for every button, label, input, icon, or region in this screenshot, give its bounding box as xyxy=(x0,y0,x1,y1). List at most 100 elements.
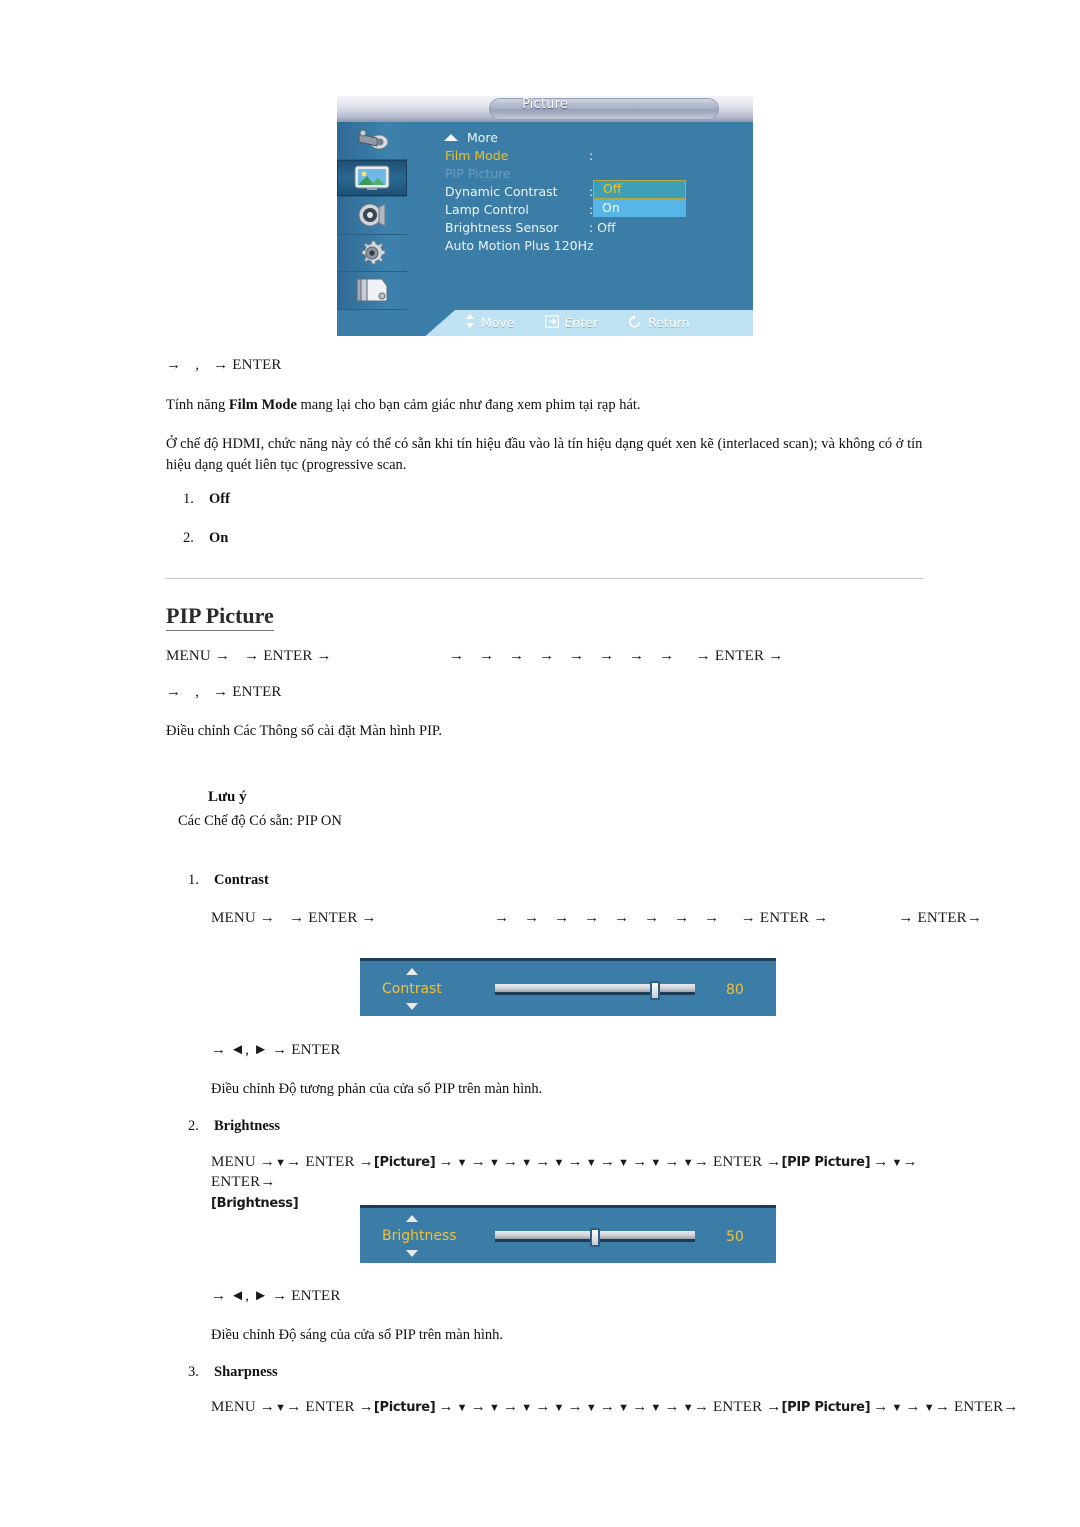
osd-sidebar-item-sound[interactable] xyxy=(337,197,407,235)
caret-up-icon xyxy=(444,134,458,141)
path-comma: , xyxy=(195,357,200,373)
return-arrow-icon xyxy=(628,314,642,331)
path-down-arrow: ▼ xyxy=(521,1157,533,1169)
contrast-slider-value: 80 xyxy=(726,982,744,998)
path-down-arrow: ▼ xyxy=(456,1402,468,1414)
sound-speaker-icon xyxy=(357,202,387,228)
list-label: On xyxy=(209,530,229,546)
list-number: 1. xyxy=(188,872,199,888)
osd-body: More Film Mode : PIP Picture Dynamic Con… xyxy=(337,122,753,310)
enter-key-icon xyxy=(544,314,559,331)
multi-control-document-icon xyxy=(356,277,388,303)
brightness-menu-path: MENU →▼→ ENTER →[Picture] → ▼ → ▼ → ▼ → ▼ → ▼ → ▼ → ▼ →… xyxy=(211,1152,921,1213)
osd-sidebar-item-picture[interactable] xyxy=(337,159,407,197)
contrast-description: Điều chỉnh Độ tương phản của cửa sổ PIP … xyxy=(211,1081,543,1097)
spinner-up-icon[interactable] xyxy=(406,968,418,975)
path-arrow: → xyxy=(569,648,585,664)
osd-menu-item-lamp-control[interactable]: Lamp Control : 100 xyxy=(437,202,747,220)
path-down-arrow: ▼ xyxy=(650,1157,662,1169)
brightness-slider-handle[interactable] xyxy=(590,1228,600,1247)
dropdown-option-off[interactable]: Off xyxy=(593,180,686,199)
path-menu: MENU → xyxy=(211,910,276,926)
osd-item-label: PIP Picture xyxy=(445,166,511,181)
note-title: Lưu ý xyxy=(208,789,247,805)
note-body: Các Chế độ Có sẵn: PIP ON xyxy=(178,813,342,829)
osd-footer-move[interactable]: Move xyxy=(465,314,515,331)
path-down-arrow: ▼ xyxy=(891,1157,903,1169)
path-arrow: → xyxy=(166,684,182,700)
path-down-arrow: ▼ xyxy=(456,1157,468,1169)
path-arrow: → xyxy=(599,1154,616,1170)
osd-menu-item-film-mode[interactable]: Film Mode : xyxy=(437,148,747,166)
path-arrow: → xyxy=(873,1154,889,1170)
contrast-menu-path: MENU → → ENTER → → → → → → → → → → ENTER → → ENTER→ xyxy=(211,910,982,927)
osd-menu-item-auto-motion-plus[interactable]: Auto Motion Plus 120Hz xyxy=(437,238,747,256)
path-arrow: → xyxy=(629,648,645,664)
brightness-slider-value: 50 xyxy=(726,1229,744,1245)
path-down-arrow: ▼ xyxy=(553,1402,565,1414)
path-enter-end: → ENTER→ xyxy=(898,910,983,926)
osd-footer-enter[interactable]: Enter xyxy=(544,314,599,331)
path-arrow: → xyxy=(659,648,675,664)
osd-sidebar-item-input[interactable] xyxy=(337,122,407,160)
osd-menu-item-pip-picture: PIP Picture xyxy=(437,166,747,184)
path-arrow: → xyxy=(632,1399,648,1415)
list-number: 3. xyxy=(188,1364,199,1380)
path-arrow: → xyxy=(524,910,540,926)
list-label: Contrast xyxy=(214,872,269,888)
path-enter: → ENTER xyxy=(213,684,282,700)
osd-item-label: Brightness Sensor xyxy=(445,220,559,235)
path-arrow: → xyxy=(503,1154,519,1170)
brightness-slider-track[interactable] xyxy=(495,1228,695,1247)
path-arrow: → xyxy=(664,1399,680,1415)
spinner-down-icon[interactable] xyxy=(406,1250,418,1257)
osd-menu-item-more[interactable]: More xyxy=(437,130,747,148)
page-title-pip-picture: PIP Picture xyxy=(166,603,274,632)
input-source-icon xyxy=(355,128,389,152)
contrast-slider-widget[interactable]: Contrast 80 xyxy=(360,958,776,1016)
list-item-brightness: 2. Brightness xyxy=(188,1118,280,1135)
film-mode-shortpath: →, → ENTER xyxy=(166,357,282,374)
list-item-sharpness: 3. Sharpness xyxy=(188,1364,278,1381)
spinner-down-icon[interactable] xyxy=(406,1003,418,1010)
setup-gear-icon xyxy=(357,239,387,267)
osd-menu-item-brightness-sensor[interactable]: Brightness Sensor : Off xyxy=(437,220,747,238)
contrast-slider-handle[interactable] xyxy=(650,981,660,1000)
path-arrow: → xyxy=(704,910,720,926)
osd-item-label: Auto Motion Plus 120Hz xyxy=(445,238,594,253)
path-arrow: → xyxy=(509,648,525,664)
path-down-arrow: ▼ xyxy=(585,1157,597,1169)
osd-sidebar-item-setup[interactable] xyxy=(337,235,407,272)
path-enter: → ENTER → xyxy=(289,910,377,926)
list-number: 1. xyxy=(183,491,194,507)
path-arrow: → xyxy=(535,1399,551,1415)
osd-footer-return[interactable]: Return xyxy=(628,314,690,331)
path-comma: , xyxy=(195,684,200,700)
osd-footer-label: Enter xyxy=(564,315,599,330)
osd-item-label: More xyxy=(467,130,498,145)
path-arrow: → xyxy=(166,357,182,373)
para-bold: Film Mode xyxy=(228,397,297,413)
dropdown-option-on[interactable]: On xyxy=(593,199,686,217)
path-arrow: → xyxy=(674,910,690,926)
osd-film-mode-dropdown[interactable]: Off On xyxy=(593,180,686,217)
pip-picture-description: Điều chỉnh Các Thông số cài đặt Màn hình… xyxy=(166,723,443,739)
path-arrow: → xyxy=(567,1154,583,1170)
path-arrow: → xyxy=(470,1399,486,1415)
path-menu: MENU → xyxy=(211,1154,276,1170)
slider-label: Brightness xyxy=(382,1228,457,1244)
spinner-up-icon[interactable] xyxy=(406,1215,418,1222)
osd-menu-item-dynamic-contrast[interactable]: Dynamic Contrast : Off xyxy=(437,184,747,202)
osd-sidebar xyxy=(337,122,407,310)
path-arrow: → xyxy=(584,910,600,926)
contrast-slider-track[interactable] xyxy=(495,981,695,1000)
path-down-arrow: ▼ xyxy=(923,1402,935,1414)
osd-footer-bar: Move Enter Return xyxy=(337,310,753,336)
path-down-arrow: ▼ xyxy=(682,1157,694,1169)
list-item-contrast: 1. Contrast xyxy=(188,872,269,889)
path-arrow: → xyxy=(479,648,495,664)
pip-picture-menu-path: MENU → → ENTER → → → → → → → → → → ENTER → xyxy=(166,648,783,665)
osd-sidebar-item-multi-control[interactable] xyxy=(337,272,407,310)
brightness-slider-widget[interactable]: Brightness 50 xyxy=(360,1205,776,1263)
osd-item-label: Lamp Control xyxy=(445,202,529,217)
